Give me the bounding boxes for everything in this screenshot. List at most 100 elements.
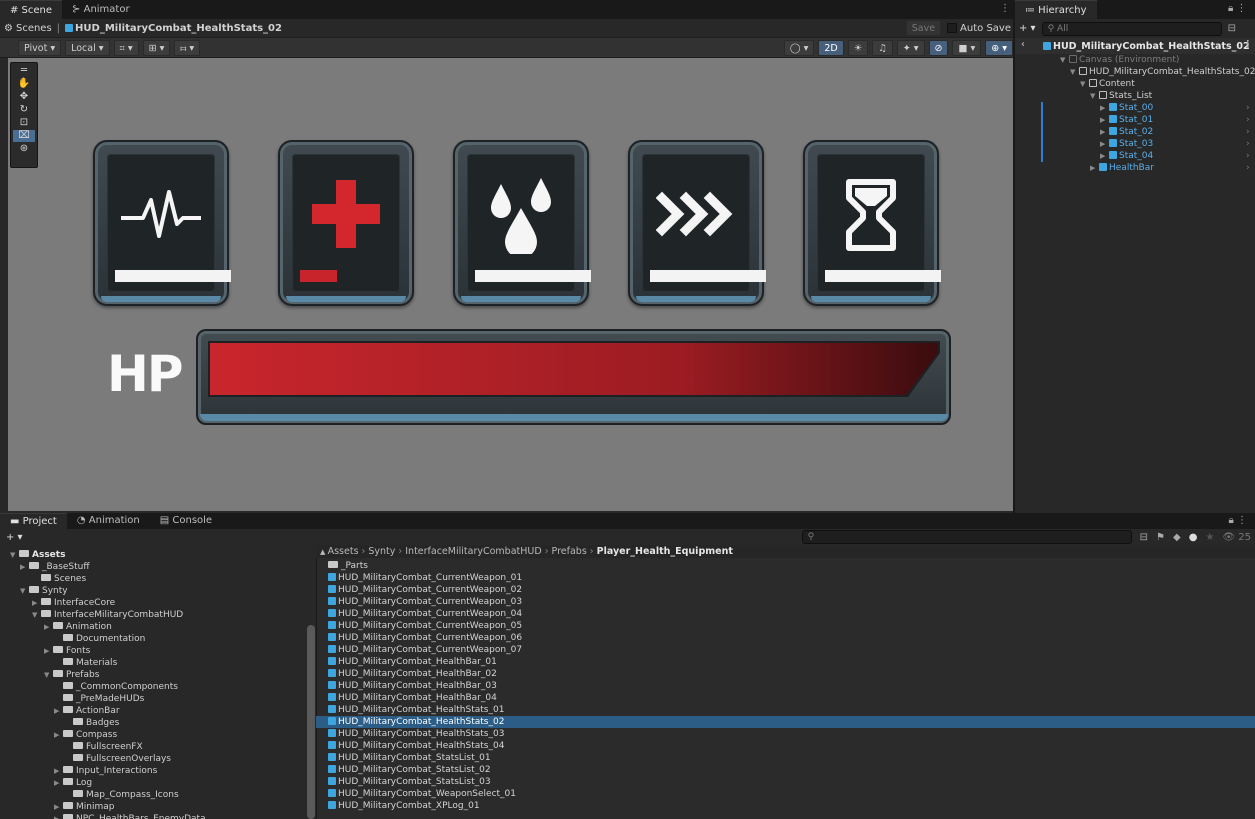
expand-down-icon[interactable]: ▼ — [10, 549, 19, 561]
folder-tree-item[interactable]: ▼ Synty — [20, 585, 68, 597]
expand-right-icon[interactable]: ▶ — [54, 729, 63, 741]
breadcrumb-segment[interactable]: Synty — [368, 546, 395, 557]
expand-right-icon[interactable]: ▶ — [54, 765, 63, 777]
expand-right-icon[interactable]: ▶ — [1090, 162, 1099, 174]
folder-tree-item[interactable]: ▶ _BaseStuff — [20, 561, 90, 573]
hierarchy-item[interactable]: ▼ Content — [1080, 78, 1135, 90]
file-list-item[interactable]: HUD_MilitaryCombat_CurrentWeapon_02 — [328, 584, 522, 596]
file-list-item[interactable]: HUD_MilitaryCombat_HealthBar_03 — [328, 680, 497, 692]
breadcrumb-up-icon[interactable]: ▲ — [320, 548, 328, 556]
gizmos-icon[interactable]: ⊕ ▾ — [985, 39, 1013, 56]
breadcrumb-segment[interactable]: Assets — [328, 546, 359, 557]
chevron-right-icon[interactable]: › — [1246, 150, 1250, 162]
hierarchy-item[interactable]: ▼ Stats_List — [1090, 90, 1152, 102]
file-list-item[interactable]: HUD_MilitaryCombat_XPLog_01 — [328, 800, 480, 812]
chevron-right-icon[interactable]: › — [1246, 114, 1250, 126]
hierarchy-search-input[interactable]: ⚲ All — [1041, 21, 1222, 36]
folder-tree-item[interactable]: _CommonComponents — [54, 681, 178, 693]
tab-animation[interactable]: ◔ Animation — [67, 513, 150, 529]
expand-right-icon[interactable]: ▶ — [1100, 150, 1109, 162]
folder-tree-item[interactable]: ▶ Minimap — [54, 801, 114, 813]
pivot-dropdown[interactable]: Pivot ▾ — [18, 39, 62, 56]
expand-right-icon[interactable]: ▶ — [54, 777, 63, 789]
tab-animator[interactable]: ⊱ Animator — [62, 0, 140, 19]
project-add-button[interactable]: + ▾ — [6, 532, 23, 543]
hierarchy-root-header[interactable]: ‹ HUD_MilitaryCombat_HealthStats_02 ⋮ — [1015, 38, 1255, 54]
expand-right-icon[interactable]: ▶ — [54, 801, 63, 813]
folder-tree-item[interactable]: ▼ InterfaceMilitaryCombatHUD — [32, 609, 183, 621]
folder-tree-item[interactable]: ▶ Input_Interactions — [54, 765, 157, 777]
tab-project[interactable]: ▬ Project — [0, 513, 67, 529]
file-list-item[interactable]: HUD_MilitaryCombat_CurrentWeapon_06 — [328, 632, 522, 644]
shading-mode-icon[interactable]: ◯ ▾ — [783, 39, 815, 56]
expand-right-icon[interactable]: ▶ — [32, 597, 41, 609]
local-dropdown[interactable]: Local ▾ — [65, 39, 110, 56]
auto-save-checkbox[interactable] — [947, 23, 958, 33]
hierarchy-item[interactable]: ▼ HUD_MilitaryCombat_HealthStats_02 — [1070, 66, 1255, 78]
breadcrumb-segment[interactable]: Prefabs — [552, 546, 587, 557]
camera-icon[interactable]: ■ ▾ — [952, 39, 982, 56]
scene-more-icon[interactable]: ⋮ — [1000, 3, 1010, 14]
move-tool-icon[interactable]: ✥ — [13, 91, 35, 103]
file-list-item[interactable]: HUD_MilitaryCombat_HealthBar_04 — [328, 692, 497, 704]
folder-tree-item[interactable]: ▶ NPC_HealthBars_EnemyData — [54, 813, 206, 819]
tab-hierarchy[interactable]: ≔ Hierarchy — [1015, 0, 1097, 19]
chevron-right-icon[interactable]: › — [1246, 102, 1250, 114]
folder-tree-item[interactable]: Scenes — [32, 573, 86, 585]
rotate-tool-icon[interactable]: ↻ — [13, 104, 35, 116]
breadcrumb-scenes[interactable]: Scenes — [16, 23, 52, 34]
search-type-icon[interactable]: ⊟ — [1140, 532, 1148, 543]
file-list-item[interactable]: HUD_MilitaryCombat_StatsList_01 — [328, 752, 491, 764]
expand-down-icon[interactable]: ▼ — [44, 669, 53, 681]
file-list-item[interactable]: HUD_MilitaryCombat_HealthBar_02 — [328, 668, 497, 680]
scale-tool-icon[interactable]: ⊡ — [13, 117, 35, 129]
lighting-icon[interactable]: ☀ — [847, 39, 869, 56]
mode-2d-button[interactable]: 2D — [818, 39, 844, 56]
folder-tree-item[interactable]: Materials — [54, 657, 117, 669]
file-list-item[interactable]: HUD_MilitaryCombat_StatsList_03 — [328, 776, 491, 788]
back-arrow-icon[interactable]: ‹ — [1021, 39, 1025, 50]
hierarchy-item[interactable]: ▶ Stat_04 — [1100, 150, 1153, 162]
increment-snap-icon[interactable]: ⧦ ▾ — [174, 39, 201, 56]
scene-viewport[interactable] — [8, 58, 1013, 511]
chevron-right-icon[interactable]: › — [1246, 126, 1250, 138]
folder-tree-item[interactable]: FullscreenOverlays — [64, 753, 171, 765]
hierarchy-item[interactable]: ▶ HealthBar — [1090, 162, 1154, 174]
folder-tree-item[interactable]: ▶ InterfaceCore — [32, 597, 115, 609]
root-more-icon[interactable]: ⋮ — [1243, 39, 1253, 50]
folder-tree-item[interactable]: Documentation — [54, 633, 145, 645]
effects-icon[interactable]: ✦ ▾ — [896, 39, 925, 56]
expand-down-icon[interactable]: ▼ — [32, 609, 41, 621]
hand-tool-icon[interactable]: ✋ — [13, 78, 35, 90]
tab-console[interactable]: ▤ Console — [150, 513, 222, 529]
bottom-lock-icon[interactable]: 🔒︎ ⋮ — [1229, 513, 1248, 529]
hierarchy-add-button[interactable]: + ▾ — [1019, 23, 1036, 34]
file-list-item[interactable]: HUD_MilitaryCombat_HealthStats_04 — [328, 740, 504, 752]
file-list-item[interactable]: _Parts — [328, 560, 368, 572]
expand-down-icon[interactable]: ▼ — [20, 585, 29, 597]
file-list-item[interactable]: HUD_MilitaryCombat_HealthBar_01 — [328, 656, 497, 668]
hierarchy-item[interactable]: ▼ Canvas (Environment) — [1060, 54, 1179, 66]
folder-tree-item[interactable]: _PreMadeHUDs — [54, 693, 144, 705]
expand-right-icon[interactable]: ▶ — [1100, 138, 1109, 150]
tab-scene[interactable]: # Scene — [0, 0, 63, 19]
folder-tree-item[interactable]: ▶ Log — [54, 777, 92, 789]
breadcrumb-segment[interactable]: InterfaceMilitaryCombatHUD — [405, 546, 541, 557]
hierarchy-item[interactable]: ▶ Stat_00 — [1100, 102, 1153, 114]
expand-right-icon[interactable]: ▶ — [1100, 102, 1109, 114]
save-button[interactable]: Save — [905, 20, 942, 36]
folder-tree-item[interactable]: ▼ Prefabs — [44, 669, 99, 681]
hierarchy-search-options-icon[interactable]: ⊟ — [1228, 23, 1236, 34]
transform-tool-icon[interactable]: ⊛ — [13, 143, 35, 155]
expand-right-icon[interactable]: ▶ — [44, 621, 53, 633]
rect-tool-icon[interactable]: ⌧ — [13, 130, 35, 142]
chevron-right-icon[interactable]: › — [1246, 162, 1250, 174]
expand-right-icon[interactable]: ▶ — [44, 645, 53, 657]
folder-tree-item[interactable]: ▶ Animation — [44, 621, 112, 633]
grid-snap-icon[interactable]: ⌗ ▾ — [113, 39, 139, 56]
expand-right-icon[interactable]: ▶ — [1100, 114, 1109, 126]
file-list-item[interactable]: HUD_MilitaryCombat_CurrentWeapon_01 — [328, 572, 522, 584]
filter-label-icon[interactable]: ⚑ — [1156, 532, 1165, 543]
hierarchy-item[interactable]: ▶ Stat_01 — [1100, 114, 1153, 126]
file-list-item[interactable]: HUD_MilitaryCombat_CurrentWeapon_03 — [328, 596, 522, 608]
